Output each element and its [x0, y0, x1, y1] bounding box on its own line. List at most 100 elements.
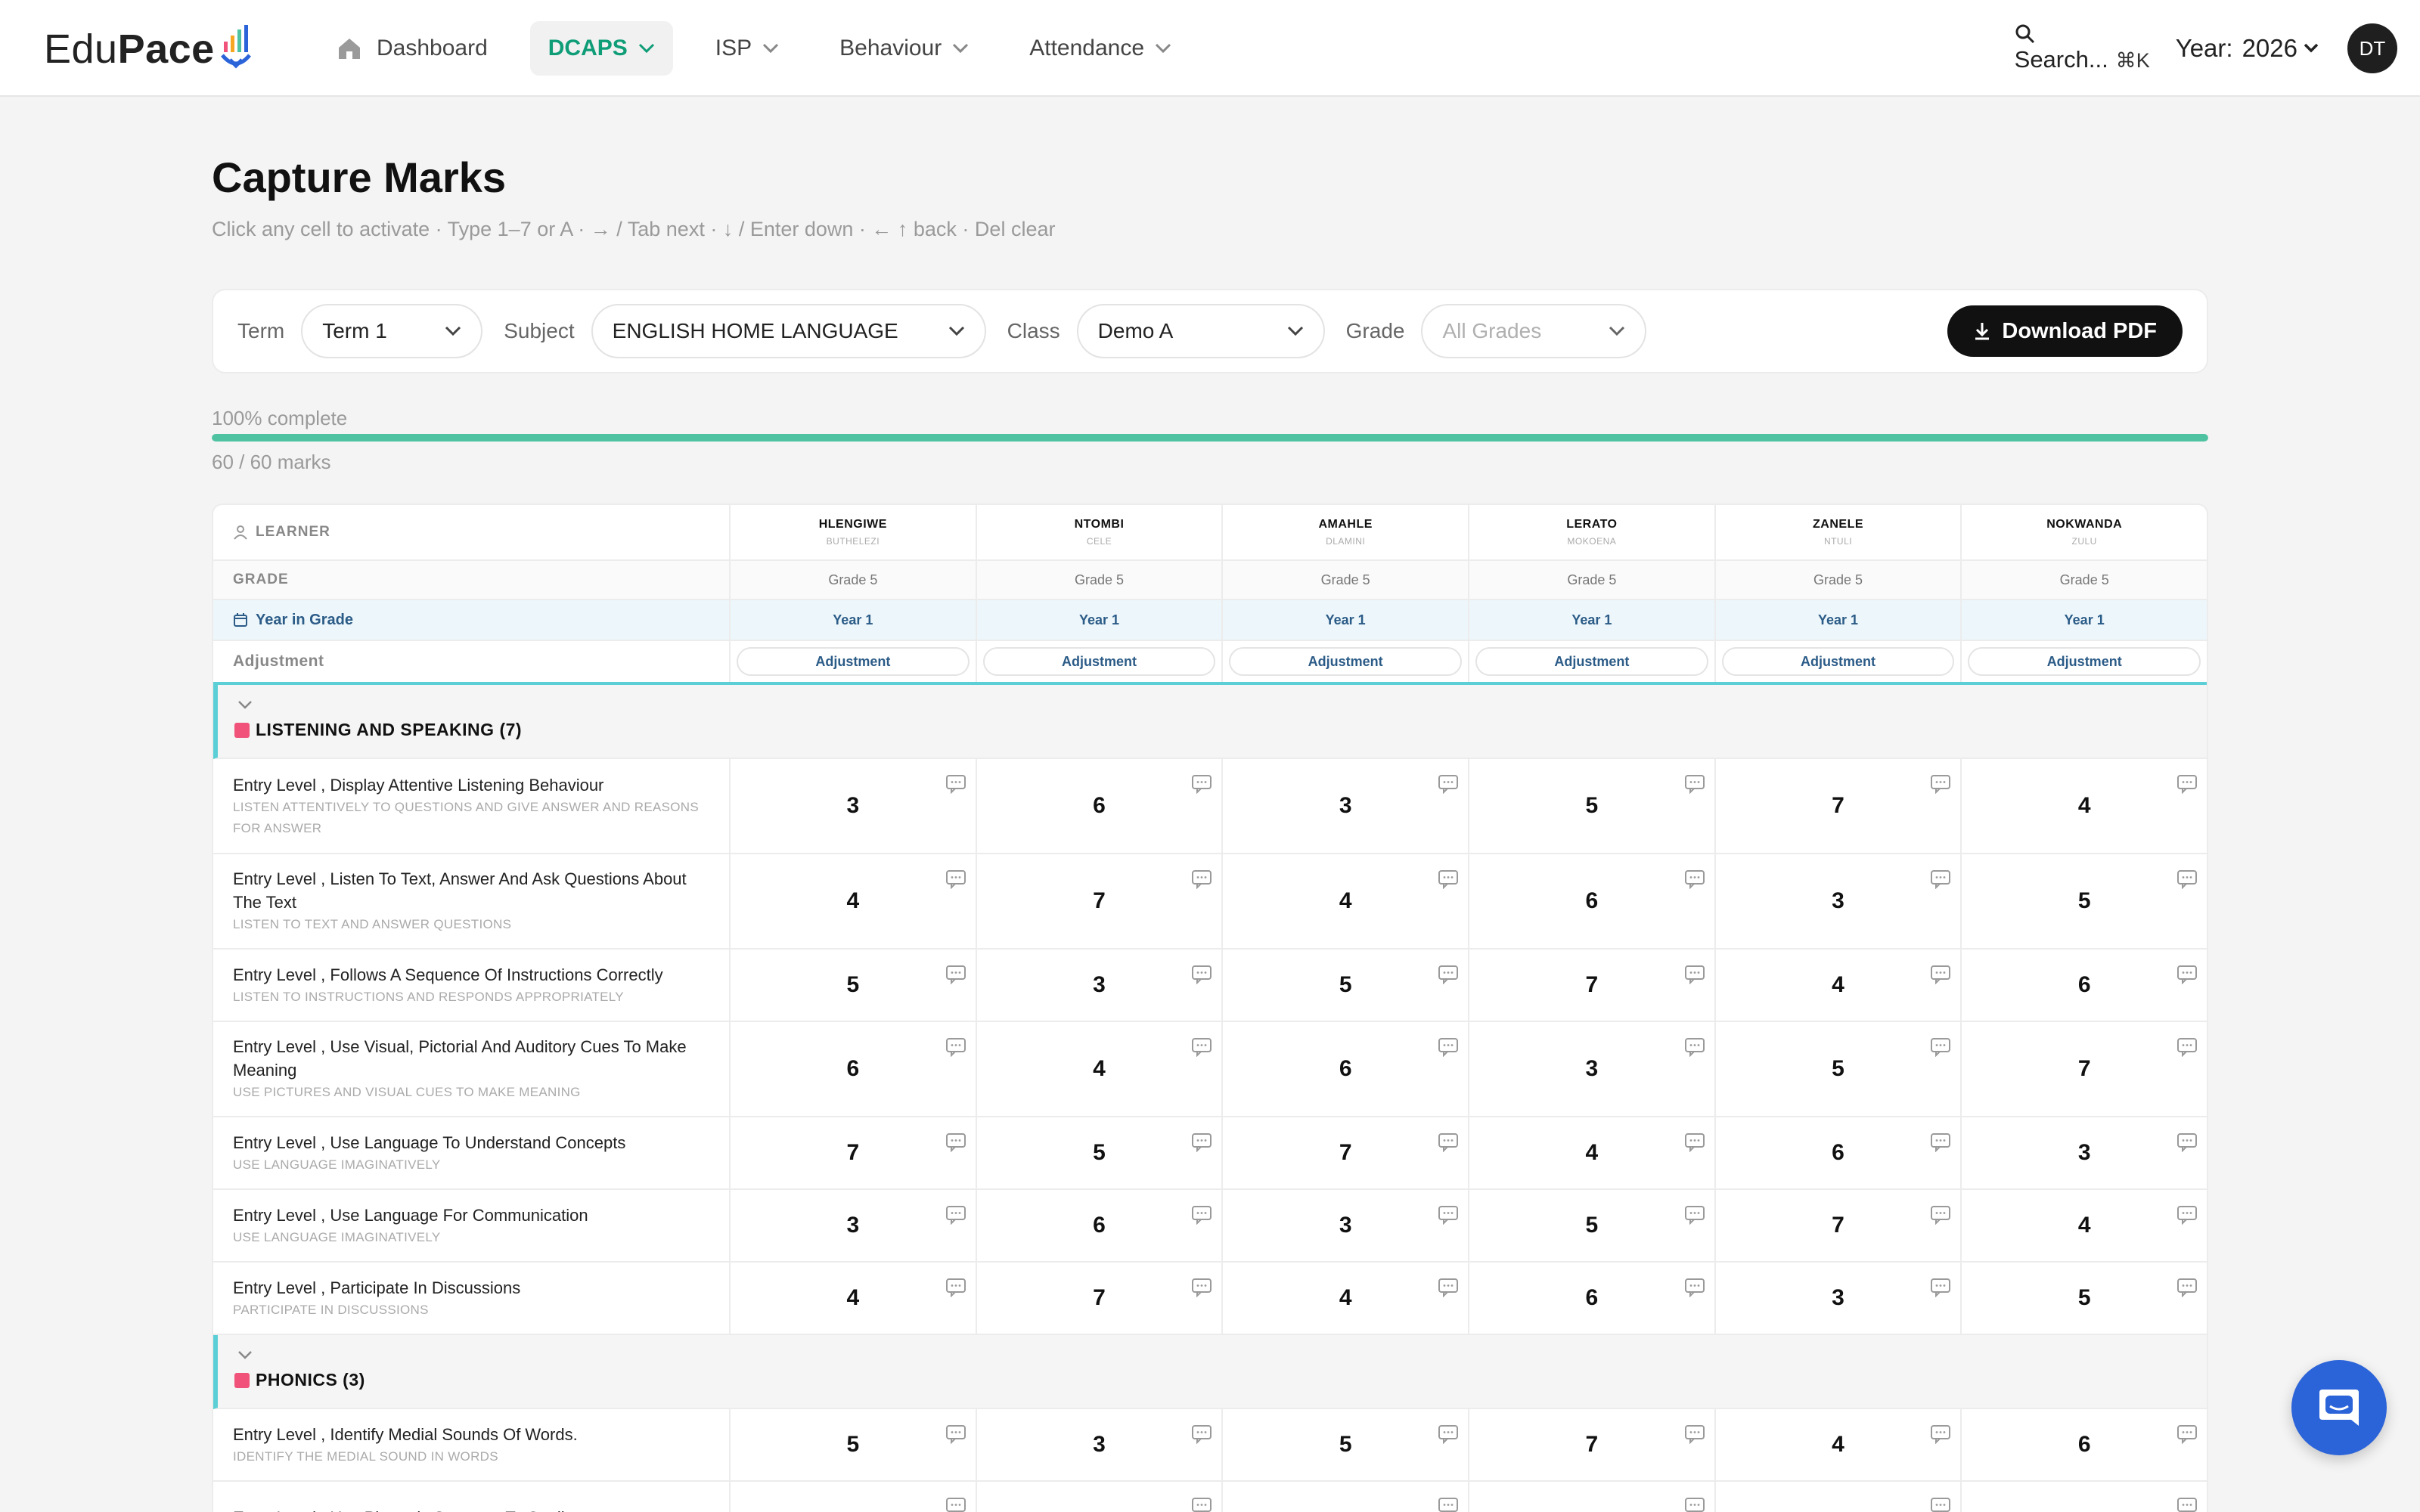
adjustment-button[interactable]: Adjustment: [982, 647, 1216, 676]
comment-icon[interactable]: [945, 1424, 966, 1445]
mark-cell[interactable]: 4: [977, 1022, 1224, 1116]
mark-cell[interactable]: 7: [731, 1117, 977, 1188]
comment-icon[interactable]: [1684, 1278, 1705, 1298]
mark-cell[interactable]: [731, 1482, 977, 1512]
mark-cell[interactable]: 7: [1469, 950, 1716, 1021]
comment-icon[interactable]: [1438, 1037, 1459, 1058]
mark-cell[interactable]: 4: [1962, 759, 2207, 853]
mark-cell[interactable]: 3: [731, 1190, 977, 1261]
comment-icon[interactable]: [2176, 1424, 2198, 1445]
mark-cell[interactable]: 6: [1962, 1409, 2207, 1480]
avatar[interactable]: DT: [2347, 23, 2397, 73]
mark-cell[interactable]: 4: [1223, 854, 1470, 948]
mark-cell[interactable]: 4: [731, 1263, 977, 1334]
mark-cell[interactable]: 5: [1469, 1190, 1716, 1261]
comment-icon[interactable]: [1684, 965, 1705, 985]
student-header[interactable]: LERATO MOKOENA: [1469, 505, 1716, 559]
subject-select[interactable]: ENGLISH HOME LANGUAGE: [591, 304, 986, 358]
chevron-down-icon[interactable]: [234, 1344, 256, 1365]
class-select[interactable]: Demo A: [1076, 304, 1325, 358]
mark-cell[interactable]: 7: [1716, 759, 1962, 853]
comment-icon[interactable]: [1438, 1278, 1459, 1298]
nav-item-attendance[interactable]: Attendance: [1011, 21, 1190, 76]
mark-cell[interactable]: 4: [731, 854, 977, 948]
mark-cell[interactable]: 5: [1223, 950, 1470, 1021]
comment-icon[interactable]: [1191, 869, 1212, 890]
mark-cell[interactable]: 3: [1716, 854, 1962, 948]
comment-icon[interactable]: [1438, 965, 1459, 985]
mark-cell[interactable]: 5: [731, 1409, 977, 1480]
comment-icon[interactable]: [945, 1205, 966, 1225]
mark-cell[interactable]: 6: [731, 1022, 977, 1116]
comment-icon[interactable]: [945, 869, 966, 890]
mark-cell[interactable]: 5: [1962, 1263, 2207, 1334]
comment-icon[interactable]: [1684, 1497, 1705, 1512]
student-header[interactable]: ZANELE NTULI: [1716, 505, 1962, 559]
comment-icon[interactable]: [1930, 1497, 1951, 1512]
mark-cell[interactable]: 6: [1469, 1263, 1716, 1334]
mark-cell[interactable]: 3: [1469, 1022, 1716, 1116]
search-button[interactable]: Search... ⌘K: [2015, 23, 2150, 73]
comment-icon[interactable]: [1684, 774, 1705, 795]
mark-cell[interactable]: [1716, 1482, 1962, 1512]
mark-cell[interactable]: 4: [1716, 950, 1962, 1021]
comment-icon[interactable]: [1191, 1205, 1212, 1225]
comment-icon[interactable]: [1684, 1424, 1705, 1445]
mark-cell[interactable]: 5: [1962, 854, 2207, 948]
comment-icon[interactable]: [1438, 1497, 1459, 1512]
adjustment-button[interactable]: Adjustment: [1229, 647, 1463, 676]
comment-icon[interactable]: [1191, 1424, 1212, 1445]
comment-icon[interactable]: [2176, 1132, 2198, 1153]
comment-icon[interactable]: [2176, 965, 2198, 985]
student-header[interactable]: NTOMBI CELE: [977, 505, 1224, 559]
comment-icon[interactable]: [2176, 1278, 2198, 1298]
year-selector[interactable]: Year: 2026: [2176, 34, 2319, 63]
mark-cell[interactable]: [1469, 1482, 1716, 1512]
comment-icon[interactable]: [945, 1037, 966, 1058]
comment-icon[interactable]: [2176, 1037, 2198, 1058]
comment-icon[interactable]: [1930, 1037, 1951, 1058]
comment-icon[interactable]: [1191, 1497, 1212, 1512]
comment-icon[interactable]: [1930, 869, 1951, 890]
comment-icon[interactable]: [945, 1497, 966, 1512]
mark-cell[interactable]: 3: [1962, 1117, 2207, 1188]
mark-cell[interactable]: 7: [977, 1263, 1224, 1334]
comment-icon[interactable]: [945, 1278, 966, 1298]
mark-cell[interactable]: 4: [1716, 1409, 1962, 1480]
comment-icon[interactable]: [1191, 1132, 1212, 1153]
comment-icon[interactable]: [1684, 869, 1705, 890]
comment-icon[interactable]: [1684, 1132, 1705, 1153]
mark-cell[interactable]: 3: [977, 1409, 1224, 1480]
mark-cell[interactable]: 4: [1223, 1263, 1470, 1334]
mark-cell[interactable]: 6: [977, 1190, 1224, 1261]
mark-cell[interactable]: 5: [1469, 759, 1716, 853]
comment-icon[interactable]: [1930, 1132, 1951, 1153]
mark-cell[interactable]: 3: [731, 759, 977, 853]
comment-icon[interactable]: [945, 774, 966, 795]
comment-icon[interactable]: [2176, 774, 2198, 795]
student-header[interactable]: HLENGIWE BUTHELEZI: [731, 505, 977, 559]
comment-icon[interactable]: [1684, 1205, 1705, 1225]
comment-icon[interactable]: [1438, 774, 1459, 795]
comment-icon[interactable]: [1191, 1037, 1212, 1058]
comment-icon[interactable]: [1930, 1424, 1951, 1445]
comment-icon[interactable]: [1438, 1424, 1459, 1445]
mark-cell[interactable]: [1223, 1482, 1470, 1512]
comment-icon[interactable]: [1930, 1205, 1951, 1225]
mark-cell[interactable]: 5: [731, 950, 977, 1021]
mark-cell[interactable]: 6: [1469, 854, 1716, 948]
mark-cell[interactable]: 5: [977, 1117, 1224, 1188]
mark-cell[interactable]: 5: [1716, 1022, 1962, 1116]
grade-select[interactable]: All Grades: [1421, 304, 1647, 358]
mark-cell[interactable]: 6: [1716, 1117, 1962, 1188]
comment-icon[interactable]: [945, 1132, 966, 1153]
mark-cell[interactable]: 3: [977, 950, 1224, 1021]
adjustment-button[interactable]: Adjustment: [1968, 647, 2201, 676]
mark-cell[interactable]: [977, 1482, 1224, 1512]
comment-icon[interactable]: [1930, 774, 1951, 795]
mark-cell[interactable]: 6: [1223, 1022, 1470, 1116]
nav-item-behaviour[interactable]: Behaviour: [821, 21, 987, 76]
comment-icon[interactable]: [2176, 1205, 2198, 1225]
mark-cell[interactable]: 3: [1223, 759, 1470, 853]
comment-icon[interactable]: [1684, 1037, 1705, 1058]
